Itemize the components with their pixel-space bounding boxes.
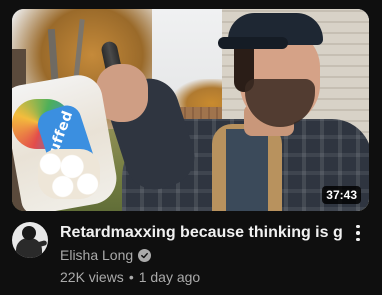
view-count: 22K views: [60, 269, 124, 285]
thumbnail-person-cap-brim: [218, 37, 288, 49]
upload-age: 1 day ago: [138, 269, 201, 285]
thumbnail-person-shirt: [226, 129, 268, 211]
duration-badge: 37:43: [322, 186, 361, 204]
kebab-dot: [356, 231, 360, 235]
kebab-dot: [356, 237, 360, 242]
stats-separator: •: [128, 269, 134, 285]
more-vertical-icon[interactable]: [348, 222, 368, 244]
video-thumbnail[interactable]: Puffed 37:43: [12, 9, 369, 211]
video-details: Retardmaxxing because thinking is gay El…: [12, 222, 372, 292]
video-title[interactable]: Retardmaxxing because thinking is gay: [60, 223, 342, 243]
video-card[interactable]: Puffed 37:43 Retardmaxxing because think…: [0, 0, 382, 295]
channel-link[interactable]: Elisha Long: [60, 247, 152, 263]
channel-name: Elisha Long: [60, 247, 134, 263]
video-stats: 22K views • 1 day ago: [60, 269, 200, 285]
thumbnail-bag-contents: [38, 149, 100, 199]
avatar-figure-head: [22, 226, 36, 240]
channel-avatar[interactable]: [12, 222, 48, 258]
verified-check-icon: [138, 248, 152, 262]
kebab-dot: [356, 224, 360, 229]
